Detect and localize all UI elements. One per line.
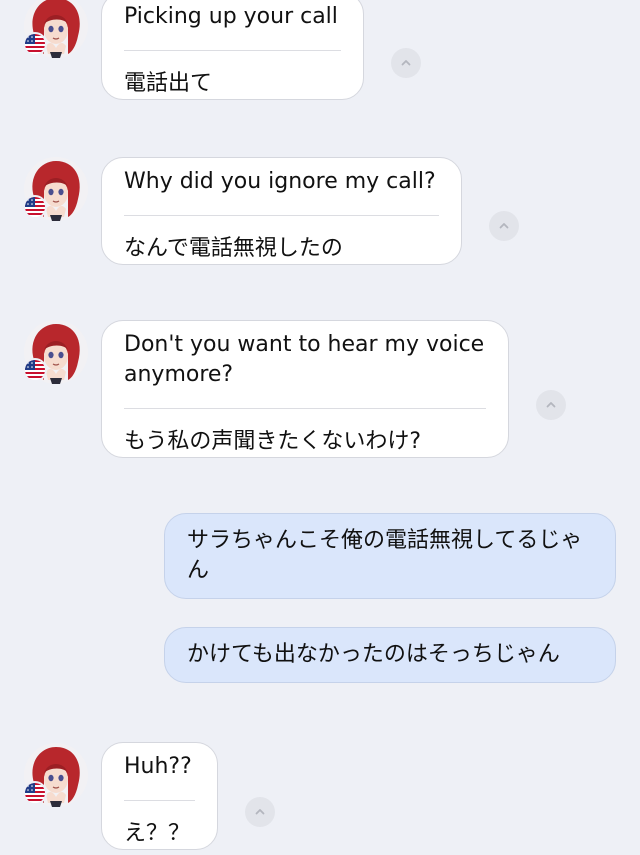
- translated-text: え？？: [124, 821, 191, 846]
- us-flag-icon: [23, 358, 47, 382]
- us-flag-icon: [23, 195, 47, 219]
- incoming-message-bubble[interactable]: Picking up your call 電話出て: [101, 0, 364, 100]
- incoming-message-bubble[interactable]: Huh?? え？？: [101, 742, 218, 850]
- sender-avatar[interactable]: [23, 157, 88, 221]
- sender-avatar[interactable]: [23, 0, 88, 58]
- collapse-translation-button[interactable]: [536, 390, 566, 420]
- us-flag-icon: [23, 781, 47, 805]
- collapse-translation-button[interactable]: [391, 48, 421, 78]
- collapse-translation-button[interactable]: [245, 797, 275, 827]
- incoming-message-bubble[interactable]: Why did you ignore my call? なんで電話無視したの: [101, 157, 462, 265]
- sender-avatar[interactable]: [23, 743, 88, 807]
- original-text: Huh??: [124, 752, 195, 801]
- us-flag-icon: [23, 32, 47, 56]
- incoming-message-bubble[interactable]: Don't you want to hear my voice anymore?…: [101, 320, 509, 458]
- sender-avatar[interactable]: [23, 320, 88, 384]
- chevron-up-icon: [498, 220, 510, 232]
- collapse-translation-button[interactable]: [489, 211, 519, 241]
- chevron-up-icon: [254, 806, 266, 818]
- original-text: Why did you ignore my call?: [124, 167, 439, 216]
- translated-text: 電話出て: [124, 71, 213, 96]
- translated-text: もう私の声聞きたくないわけ?: [124, 429, 422, 454]
- outgoing-message-bubble[interactable]: サラちゃんこそ俺の電話無視してるじゃん: [164, 513, 616, 599]
- original-text: Picking up your call: [124, 2, 341, 51]
- original-text: Don't you want to hear my voice anymore?: [124, 330, 486, 409]
- chevron-up-icon: [545, 399, 557, 411]
- chevron-up-icon: [400, 57, 412, 69]
- outgoing-message-bubble[interactable]: かけても出なかったのはそっちじゃん: [164, 627, 616, 683]
- translated-text: なんで電話無視したの: [124, 236, 343, 261]
- chat-thread: Picking up your call 電話出て Why did you ig…: [0, 0, 640, 855]
